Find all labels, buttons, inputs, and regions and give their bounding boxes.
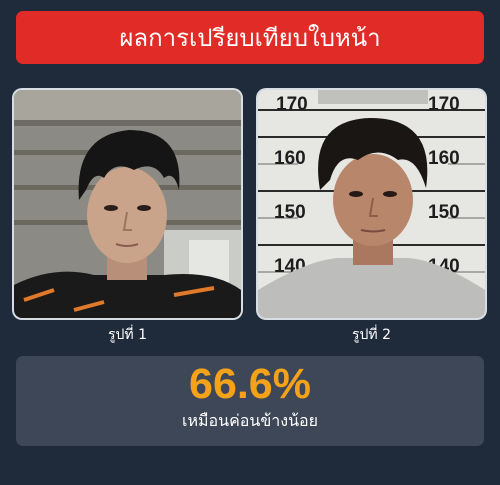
result-title-banner: ผลการเปรียบเทียบใบหน้า xyxy=(16,11,484,64)
face-photo-1-image xyxy=(14,90,241,318)
face-photo-2: 170 170 160 160 150 150 140 140 xyxy=(258,90,485,318)
height-label-right-150: 150 xyxy=(428,202,460,223)
similarity-score: 66.6% xyxy=(189,360,311,408)
photo-2-caption: รูปที่ 2 xyxy=(352,327,391,343)
similarity-result-card: 66.6% เหมือนค่อนข้างน้อย xyxy=(16,356,484,446)
height-label-right-160: 160 xyxy=(428,148,460,169)
height-label-left-170: 170 xyxy=(276,94,308,115)
page-title: ผลการเปรียบเทียบใบหน้า xyxy=(119,24,381,52)
photo-1-caption: รูปที่ 1 xyxy=(108,327,147,343)
similarity-verdict: เหมือนค่อนข้างน้อย xyxy=(181,411,318,430)
height-label-left-150: 150 xyxy=(274,202,306,223)
height-label-right-170: 170 xyxy=(428,94,460,115)
height-label-left-160: 160 xyxy=(274,148,306,169)
face-photo-1 xyxy=(14,90,241,318)
face-photo-2-image: 170 170 160 160 150 150 140 140 xyxy=(258,90,485,318)
